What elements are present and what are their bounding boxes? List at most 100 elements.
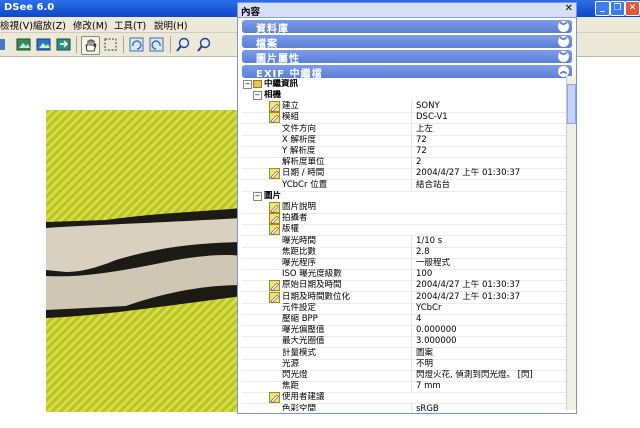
exif-row[interactable]: 建立 SONY [242,101,572,114]
photo-move-icon[interactable] [55,36,72,53]
tree-group[interactable]: − 圖片 [242,191,572,202]
zoom-in-icon[interactable] [175,36,192,53]
collapse-icon[interactable]: − [253,191,262,201]
exif-row[interactable]: 光源 不明 [242,358,572,371]
rotate-left-icon[interactable] [128,36,145,53]
panel-header: 內容 ✕ [238,3,576,18]
scrollbar-thumb[interactable] [567,84,576,124]
vertical-scrollbar[interactable] [566,76,576,410]
exif-row[interactable]: 解析度單位 2 [242,157,572,170]
edit-pencil-icon[interactable] [269,291,280,303]
exif-value: 1/10 s [411,235,572,247]
hand-tool-icon[interactable] [81,36,100,55]
exif-row[interactable]: 曝光程序 一般程式 [242,258,572,270]
exif-value: 圖案 [411,347,572,359]
chevron-down-icon[interactable]: ︾ [558,21,569,32]
collapse-icon[interactable]: − [253,91,262,100]
exif-key: 拍攝者 [282,213,308,224]
exif-row[interactable]: 計量模式 圖案 [242,347,572,360]
close-window-button[interactable]: ✕ [625,1,640,16]
exif-value: 3.000000 [411,336,572,348]
exif-key: 解析度單位 [282,157,325,168]
exif-key: 建立 [282,101,300,112]
edit-pencil-icon[interactable] [269,101,280,113]
edit-pencil-icon[interactable] [269,392,280,404]
edit-pencil-icon[interactable] [269,280,280,292]
exif-row[interactable]: Y 解析度 72 [242,146,572,158]
menu-zoom[interactable]: 縮放(Z) [33,18,66,32]
photo-copy-icon[interactable] [35,36,52,53]
exif-row[interactable]: 閃光燈 閃燈火花, 偵測到閃光燈。 [閃] [242,370,572,382]
exif-value: YCbCr [411,302,572,314]
panel-title: 內容 [241,7,261,18]
exif-value: 上左 [411,123,572,135]
exif-value: 2004/4/27 上午 01:30:37 [411,291,572,303]
exif-row[interactable]: YCbCr 位置 結合站台 [242,179,572,192]
photo-edit-icon[interactable] [15,36,32,53]
exif-row[interactable]: 最大光圈值 3.000000 [242,336,572,349]
exif-row[interactable]: 日期 / 時間 2004/4/27 上午 01:30:37 [242,168,572,181]
tree-group[interactable]: − 相機 [242,90,572,101]
exif-value: sRGB [411,403,572,411]
exif-row[interactable]: 曝光偏壓值 0.000000 [242,325,572,338]
image-preview [46,110,242,412]
exif-value: 2004/4/27 上午 01:30:37 [411,168,572,180]
exif-key: 焦距 [282,381,300,392]
exif-value: 結合站台 [411,179,572,191]
exif-row[interactable]: 壓縮 BPP 4 [242,314,572,326]
exif-row[interactable]: 日期及時間數位化 2004/4/27 上午 01:30:37 [242,291,572,304]
exif-key: 壓縮 BPP [282,314,318,324]
restore-window-button[interactable]: ❐ [610,1,625,16]
exif-row[interactable]: 焦距比數 2.8 [242,246,572,259]
exif-value: 2004/4/27 上午 01:30:37 [411,280,572,292]
exif-row[interactable]: 圖片說明 [242,202,572,214]
exif-row[interactable]: 模組 DSC-V1 [242,112,572,125]
menu-view[interactable]: 檢視(V) [0,18,33,32]
menu-tools[interactable]: 工具(T) [114,18,146,32]
edit-pencil-icon[interactable] [269,202,280,213]
collapse-icon[interactable]: − [243,80,252,89]
exif-row[interactable]: 曝光時間 1/10 s [242,235,572,248]
menu-modify[interactable]: 修改(M) [73,18,108,32]
zoom-out-icon[interactable] [196,36,213,53]
exif-row[interactable]: 文件方向 上左 [242,123,572,136]
edit-pencil-icon[interactable] [269,224,280,236]
section-image-properties[interactable]: 圖片屬性 ︾ [242,50,572,65]
exif-row[interactable]: 版權 [242,224,572,237]
exif-row[interactable]: ISO 曝光度級數 100 [242,269,572,282]
exif-row[interactable]: 焦距 7 mm [242,381,572,394]
close-icon[interactable]: ✕ [565,3,573,14]
chevron-down-icon[interactable]: ︾ [558,51,569,62]
properties-panel: 內容 ✕ 資料庫 ︾ 檔案 ︾ 圖片屬性 ︾ EXIF 中繼檔 ︽ − 中繼資訊… [237,2,577,414]
section-database[interactable]: 資料庫 ︾ [242,20,572,35]
rotate-right-icon[interactable] [148,36,165,53]
selection-tool-icon[interactable] [102,36,119,53]
exif-row[interactable]: 元件設定 YCbCr [242,302,572,315]
minimize-window-button[interactable]: _ [595,1,610,16]
exif-key: 閃光燈 [282,370,308,380]
exif-row[interactable]: X 解析度 72 [242,134,572,147]
exif-key: 日期 / 時間 [282,168,325,179]
exif-key: 色彩空間 [282,403,317,411]
menu-help[interactable]: 說明(H) [154,18,188,32]
exif-row[interactable]: 拍攝者 [242,213,572,226]
chevron-down-icon[interactable]: ︾ [558,36,569,47]
section-exif[interactable]: EXIF 中繼檔 ︽ [242,65,572,80]
exif-row[interactable]: 原始日期及時間 2004/4/27 上午 01:30:37 [242,280,572,293]
exif-row[interactable]: 使用者建議 [242,392,572,405]
exif-key: Y 解析度 [282,146,316,156]
section-file[interactable]: 檔案 ︾ [242,35,572,50]
exif-value: 閃燈火花, 偵測到閃光燈。 [閃] [411,370,572,381]
group-label: 圖片 [264,190,282,201]
exif-key: 元件設定 [282,302,317,313]
edit-pencil-icon[interactable] [269,112,280,124]
edit-pencil-icon[interactable] [269,168,280,180]
tree-root[interactable]: − 中繼資訊 [242,79,572,90]
exif-key: 最大光圈值 [282,336,325,347]
exif-value: 不明 [411,358,572,370]
exif-key: 模組 [282,112,300,123]
edit-pencil-icon[interactable] [269,213,280,225]
toolbar-separator [123,36,124,53]
app-title: DSee 6.0 [4,2,55,13]
exif-row[interactable]: 色彩空間 sRGB [242,403,572,411]
